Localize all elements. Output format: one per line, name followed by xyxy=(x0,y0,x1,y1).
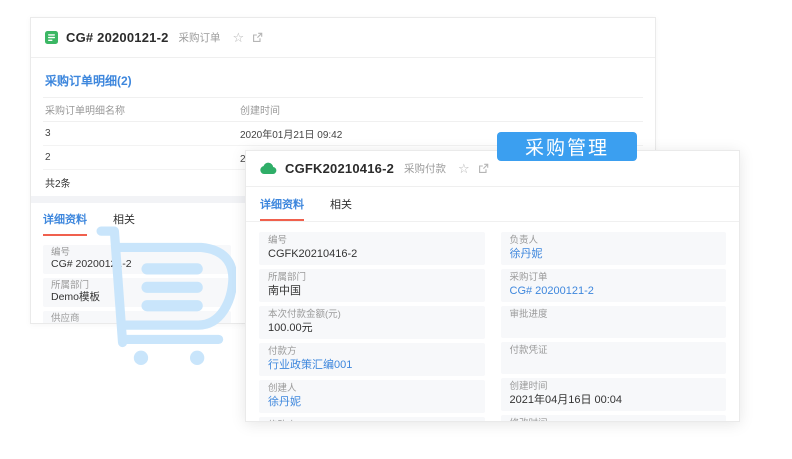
field-label: 采购订单 xyxy=(509,272,548,283)
field-creator: 创建人 徐丹妮 xyxy=(259,380,485,413)
purchase-payment-type-label: 采购付款 xyxy=(404,163,447,175)
star-icon[interactable]: ☆ xyxy=(233,31,245,44)
field-department: 所属部门 Demo模板 xyxy=(43,278,231,307)
field-purchase-order: 采购订单 CG# 20200121-2 xyxy=(500,269,726,302)
field-value xyxy=(510,357,718,370)
payer-link[interactable]: 行业政策汇编001 xyxy=(268,358,476,372)
field-value: 100.00元 xyxy=(268,322,313,334)
tab-detail[interactable]: 详细资料 xyxy=(43,211,87,236)
purchase-order-title: CG# 20200121-2 xyxy=(66,30,169,45)
field-modified-time: 修改时间 2021年04月16日 00:04 xyxy=(500,415,726,421)
tab-related[interactable]: 相关 xyxy=(330,196,352,221)
purchase-order-link[interactable]: CG# 20200121-2 xyxy=(510,284,718,298)
field-owner: 负责人 徐丹妮 xyxy=(500,232,726,265)
order-detail-link[interactable]: 3 xyxy=(43,121,238,146)
field-label: 付款方 xyxy=(268,346,297,357)
field-label: 审批进度 xyxy=(509,309,548,320)
tab-related[interactable]: 相关 xyxy=(113,211,135,236)
purchase-order-type-label: 采购订单 xyxy=(178,32,221,44)
field-label: 编号 xyxy=(268,235,288,246)
front-card-fields: 编号 CGFK20210416-2 所属部门 南中国 本次付款金额(元) 100… xyxy=(246,222,739,421)
owner-link[interactable]: 徐丹妮 xyxy=(510,247,718,261)
share-icon[interactable] xyxy=(252,32,263,43)
field-value: CG# 20200121-2 xyxy=(51,258,132,270)
purchase-order-header: CG# 20200121-2 采购订单 ☆ xyxy=(31,18,655,58)
creator-link[interactable]: 徐丹妮 xyxy=(268,395,476,409)
cloud-icon xyxy=(260,162,277,175)
field-payment-voucher: 付款凭证 xyxy=(500,342,726,374)
field-supplier: 供应商 xyxy=(43,311,231,324)
back-card-fields: 编号 CG# 20200121-2 所属部门 Demo模板 供应商 项目管理 创… xyxy=(31,236,243,324)
field-approval-progress: 审批进度 xyxy=(500,306,726,338)
fields-right-column: 负责人 徐丹妮 采购订单 CG# 20200121-2 审批进度 付款凭证 创建… xyxy=(500,232,726,421)
front-card-tabs: 详细资料 相关 xyxy=(246,187,739,222)
column-header-created-time: 创建时间 xyxy=(238,97,643,122)
field-payment-amount: 本次付款金额(元) 100.00元 xyxy=(259,306,485,339)
field-label: 本次付款金额(元) xyxy=(268,309,341,320)
share-icon[interactable] xyxy=(478,163,489,174)
field-label: 所属部门 xyxy=(51,280,90,291)
page: CG# 20200121-2 采购订单 ☆ 采购订单明细(2) 采购订单明细名称… xyxy=(0,0,792,459)
fields-left-column: 编号 CGFK20210416-2 所属部门 南中国 本次付款金额(元) 100… xyxy=(259,232,485,421)
field-label: 创建人 xyxy=(268,383,297,394)
column-header-name: 采购订单明细名称 xyxy=(43,97,238,122)
field-label: 负责人 xyxy=(509,235,539,246)
tab-detail[interactable]: 详细资料 xyxy=(260,196,304,221)
field-label: 修改人 xyxy=(268,420,476,421)
purchase-management-badge: 采购管理 xyxy=(497,132,637,161)
field-number: 编号 CGFK20210416-2 xyxy=(259,232,485,265)
field-department: 所属部门 南中国 xyxy=(259,269,485,302)
field-label: 付款凭证 xyxy=(509,345,548,356)
field-value: 2021年04月16日 00:04 xyxy=(509,394,623,406)
field-value xyxy=(510,321,718,334)
field-label: 所属部门 xyxy=(268,272,307,283)
order-detail-section-title: 采购订单明细(2) xyxy=(45,74,132,88)
field-value: Demo模板 xyxy=(51,291,101,303)
field-label: 编号 xyxy=(51,247,71,258)
field-value: CGFK20210416-2 xyxy=(268,248,358,260)
field-payer: 付款方 行业政策汇编001 xyxy=(259,343,485,376)
field-number: 编号 CG# 20200121-2 xyxy=(43,245,231,274)
field-modifier: 修改人 徐丹妮 xyxy=(259,417,485,421)
field-label: 供应商 xyxy=(51,313,80,324)
purchase-payment-title: CGFK20210416-2 xyxy=(285,161,395,176)
star-icon[interactable]: ☆ xyxy=(458,162,470,175)
purchase-payment-card: CGFK20210416-2 采购付款 ☆ 详细资料 相关 编号 CGFK202… xyxy=(245,150,740,422)
field-value: 南中国 xyxy=(268,285,301,297)
field-label: 创建时间 xyxy=(509,381,548,392)
field-label: 修改时间 xyxy=(510,418,718,421)
order-detail-link[interactable]: 2 xyxy=(43,145,238,170)
order-doc-icon xyxy=(45,31,58,44)
purchase-payment-header: CGFK20210416-2 采购付款 ☆ xyxy=(246,151,739,187)
field-created-time: 创建时间 2021年04月16日 00:04 xyxy=(500,378,726,411)
